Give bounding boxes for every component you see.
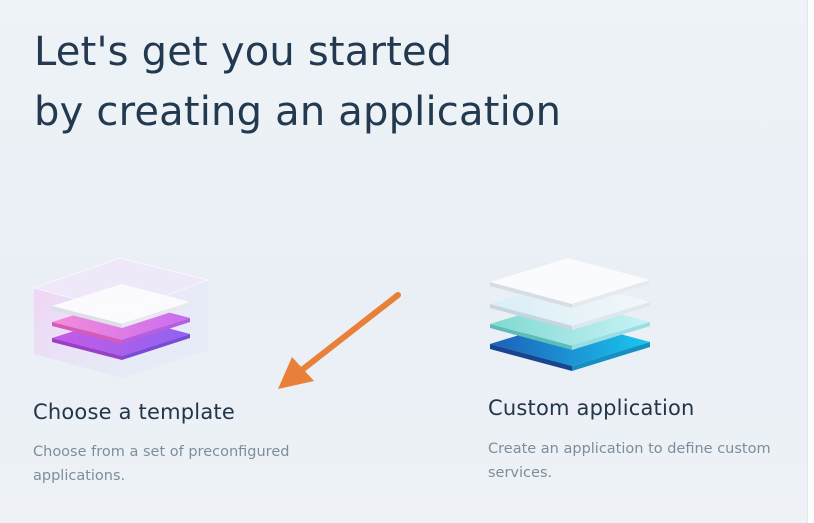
stacked-layers-icon <box>490 258 650 371</box>
page-title-line-2: by creating an application <box>34 89 562 135</box>
stacked-layers-box-icon <box>32 257 210 378</box>
custom-application-title: Custom application <box>488 396 695 420</box>
custom-application-option[interactable]: Custom application Create an application… <box>484 250 804 500</box>
window-edge <box>807 0 814 523</box>
choose-template-title: Choose a template <box>33 400 235 424</box>
custom-application-description: Create an application to define custom s… <box>488 441 771 481</box>
annotation-arrow-icon <box>278 292 401 389</box>
page-title-line-1: Let's get you started <box>34 29 453 75</box>
page-title: Let's get you started by creating an app… <box>34 22 561 142</box>
choose-template-description: Choose from a set of preconfigured appli… <box>33 444 290 484</box>
